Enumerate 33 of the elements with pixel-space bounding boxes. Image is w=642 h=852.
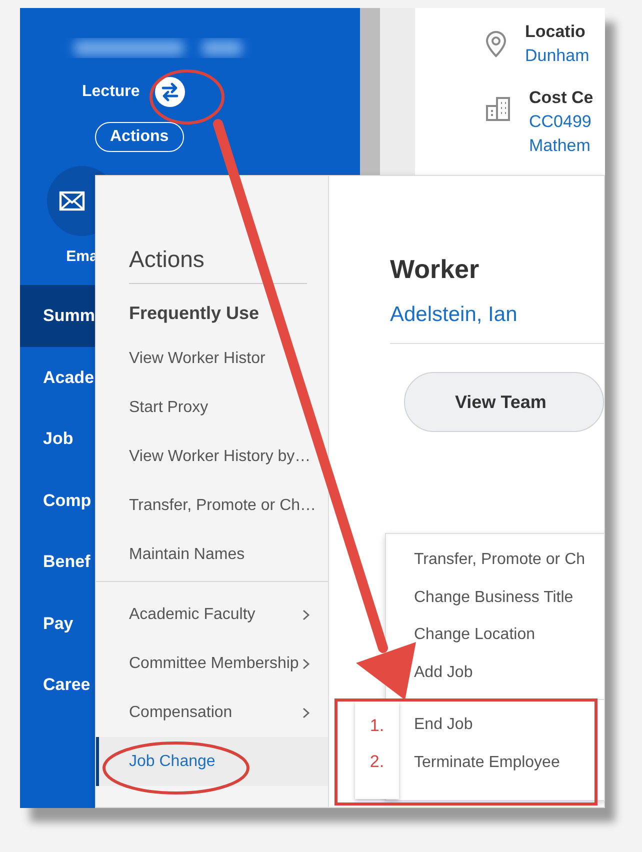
menu-title: Actions xyxy=(129,246,307,284)
menu-item[interactable]: Start Proxy xyxy=(96,383,328,432)
submenu-item[interactable]: Change Location xyxy=(386,616,604,654)
step-number: 1. xyxy=(370,716,384,736)
detail-label: Cost Ce xyxy=(529,88,594,108)
submenu-item[interactable]: Change Business Title xyxy=(386,578,604,616)
detail-link[interactable]: Mathem xyxy=(529,136,594,156)
location-pin-icon xyxy=(485,30,507,58)
detail-label: Locatio xyxy=(525,22,586,42)
menu-item[interactable]: Maintain Names xyxy=(96,530,328,579)
mail-icon xyxy=(59,191,85,211)
building-icon xyxy=(485,96,511,122)
view-team-button[interactable]: View Team xyxy=(404,372,604,432)
menu-item[interactable]: View Worker Histor xyxy=(96,334,328,383)
swap-icon[interactable] xyxy=(154,76,186,108)
menu-category[interactable]: Job Change xyxy=(96,737,328,786)
menu-category[interactable]: Academic Faculty xyxy=(96,590,328,639)
actions-button[interactable]: Actions xyxy=(95,122,184,152)
menu-item[interactable]: Transfer, Promote or Ch… xyxy=(96,481,328,530)
menu-item[interactable]: View Worker History by… xyxy=(96,432,328,481)
section-heading: Frequently Use xyxy=(129,303,260,324)
step-number: 2. xyxy=(370,752,384,772)
menu-category[interactable]: Compensation xyxy=(96,688,328,737)
chevron-right-icon xyxy=(302,608,310,620)
menu-category[interactable]: Committee Membership xyxy=(96,639,328,688)
job-title: Lecture xyxy=(82,83,140,101)
chevron-right-icon xyxy=(302,706,310,718)
chevron-right-icon xyxy=(302,658,310,670)
detail-link[interactable]: CC0499 xyxy=(529,112,594,132)
submenu-item[interactable]: Transfer, Promote or Ch xyxy=(386,541,604,578)
worker-link[interactable]: Adelstein, Ian xyxy=(390,303,604,344)
worker-heading: Worker xyxy=(390,254,480,285)
detail-link[interactable]: Dunham xyxy=(525,46,590,66)
